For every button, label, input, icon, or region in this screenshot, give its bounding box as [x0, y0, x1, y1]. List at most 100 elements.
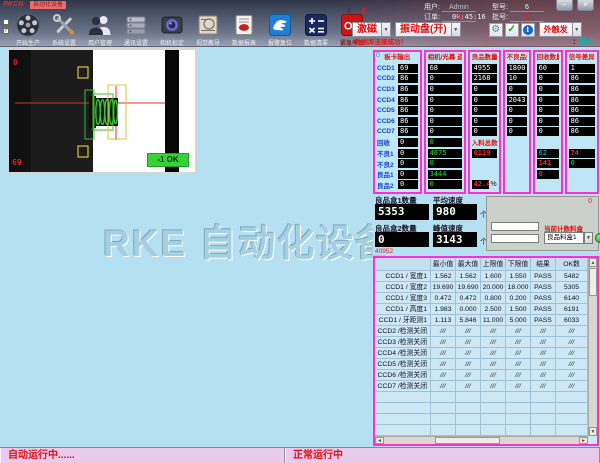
- table-cell: 19.690: [431, 282, 456, 293]
- tray-input-2[interactable]: [491, 234, 539, 243]
- info-button[interactable]: i: [521, 23, 535, 37]
- stats-value: 86: [569, 85, 595, 94]
- table-empty-row: [375, 403, 588, 414]
- table-cell: [456, 414, 481, 425]
- stats-value: 0: [398, 170, 418, 179]
- stats-row: 86: [569, 116, 595, 127]
- scroll-down-icon[interactable]: ▼: [589, 427, 597, 436]
- stats-row: 0: [537, 105, 559, 116]
- stats-row: 0: [537, 116, 559, 127]
- stats-panel-1: 0板卡输出CCD169CCD286CCD386CCD486CCD586CCD68…: [373, 50, 422, 194]
- trigger-dropdown-arrow[interactable]: ▼: [573, 22, 582, 37]
- stats-row: [507, 158, 527, 169]
- stats-empty-cell: [569, 170, 595, 179]
- scroll-right-icon[interactable]: ►: [579, 437, 588, 444]
- tray-input-1[interactable]: [491, 222, 539, 231]
- minimize-button[interactable]: −: [556, 0, 573, 11]
- stats-inline-label: 入料总数: [472, 137, 498, 147]
- stats-value: 0: [398, 159, 418, 168]
- table-cell: ///: [531, 381, 556, 392]
- stats-value: 0: [428, 74, 462, 83]
- excite-button[interactable]: 激磁: [352, 22, 382, 37]
- checkbox-2[interactable]: ✓: [3, 28, 9, 34]
- stats-value: 86: [569, 96, 595, 105]
- stats-row: [507, 180, 527, 191]
- table-cell: ///: [556, 381, 588, 392]
- table-cell: 0.800: [481, 293, 506, 304]
- checkbox-1[interactable]: [3, 19, 9, 25]
- stats-row: 86: [569, 127, 595, 138]
- table-cell: 19.690: [456, 282, 481, 293]
- horizontal-scrollbar[interactable]: ◄ ►: [375, 436, 588, 444]
- system-settings-button[interactable]: 系统设置: [46, 13, 82, 47]
- stats-row: 良品10: [377, 169, 418, 180]
- vision-teaching-button[interactable]: 视觉教导: [190, 13, 226, 47]
- close-button[interactable]: ×: [577, 0, 594, 11]
- stats-value: 86: [398, 96, 418, 105]
- table-cell: 5305: [556, 282, 588, 293]
- vertical-scrollbar[interactable]: ▲ ▼: [588, 258, 597, 436]
- column-header: 上限值: [481, 258, 506, 271]
- stats-value: 0: [398, 138, 418, 147]
- table-cell: ///: [431, 348, 456, 359]
- table-row: CCD1 / 宽度30.4720.4720.8000.200PASS6140: [375, 293, 588, 304]
- stats-value: 1: [569, 64, 595, 73]
- percent-unit: %: [490, 181, 496, 188]
- toolbar-label: 系统设置: [52, 37, 76, 46]
- stats-value: 0: [472, 85, 497, 94]
- stats-empty-cell: [569, 138, 595, 147]
- table-cell: ///: [531, 337, 556, 348]
- stats-column-header: 不良品数量: [507, 52, 527, 63]
- trigger-mode-select[interactable]: 外触发: [539, 22, 573, 37]
- stats-value: 1800: [507, 64, 527, 73]
- table-cell: [556, 403, 588, 414]
- table-cell: ///: [481, 370, 506, 381]
- result-badge: -1 OK: [147, 153, 189, 167]
- toolbar-label: 数据清零: [304, 37, 328, 46]
- stats-value: 69: [398, 64, 418, 73]
- data-clear-button[interactable]: 数据清零: [298, 13, 334, 47]
- scroll-up-icon[interactable]: ▲: [589, 258, 597, 267]
- scroll-left-icon[interactable]: ◄: [375, 437, 384, 444]
- user-management-button[interactable]: 用户管理: [82, 13, 118, 47]
- vibration-dropdown-arrow[interactable]: ▼: [452, 22, 461, 37]
- table-cell: ///: [481, 359, 506, 370]
- current-tray-select[interactable]: 良品料盒1: [544, 232, 584, 244]
- brand-watermark: RKE 自动化设备: [103, 213, 394, 267]
- communication-settings-button[interactable]: 通讯设置: [118, 13, 154, 47]
- gear-icon[interactable]: ⚙: [489, 23, 503, 37]
- toolbar-label: 数据报表: [232, 37, 256, 46]
- table-row: CCD1 / 宽度219.69019.69020.00018.000PASS53…: [375, 282, 588, 293]
- confirm-check-icon[interactable]: ✓: [505, 23, 519, 37]
- status-left: 自动运行中......: [0, 448, 285, 463]
- table-cell: 1.983: [431, 304, 456, 315]
- table-cell: 0.000: [456, 304, 481, 315]
- auto-mode-label: 自动: [573, 36, 594, 47]
- vibration-plate-button[interactable]: 振动盘(开): [395, 22, 452, 37]
- stats-empty-cell: [507, 149, 527, 158]
- table-cell: ///: [556, 359, 588, 370]
- excite-dropdown-arrow[interactable]: ▼: [382, 22, 391, 37]
- table-cell: [431, 425, 456, 436]
- table-cell: 2.500: [481, 304, 506, 315]
- stats-row: 1: [569, 63, 595, 74]
- data-report-button[interactable]: 数据报表: [226, 13, 262, 47]
- stats-row: 141: [537, 158, 559, 169]
- stats-value: 0: [428, 180, 462, 189]
- horizontal-scroll-thumb[interactable]: [435, 437, 500, 444]
- stats-row-label: CCD5: [377, 107, 398, 114]
- camera-calibration-button[interactable]: 相机标定: [154, 13, 190, 47]
- stats-row: 0: [428, 116, 462, 127]
- row-name: CCD1 / 宽度3: [375, 293, 431, 304]
- table-row: CCD4 /检测关闭//////////////////: [375, 348, 588, 359]
- vision-teach-icon: [196, 13, 220, 37]
- start-production-button[interactable]: 开始生产: [10, 13, 46, 47]
- alarm-reset-button[interactable]: 报警复位: [262, 13, 298, 47]
- vertical-scroll-thumb[interactable]: [589, 268, 597, 296]
- table-cell: 0.472: [456, 293, 481, 304]
- column-header: 最小值: [431, 258, 456, 271]
- tray-dropdown-arrow[interactable]: ▼: [584, 232, 593, 244]
- total-count: 40952: [375, 248, 393, 255]
- user-field: 用户: Admin: [424, 2, 476, 12]
- stats-row: 4675: [428, 148, 462, 159]
